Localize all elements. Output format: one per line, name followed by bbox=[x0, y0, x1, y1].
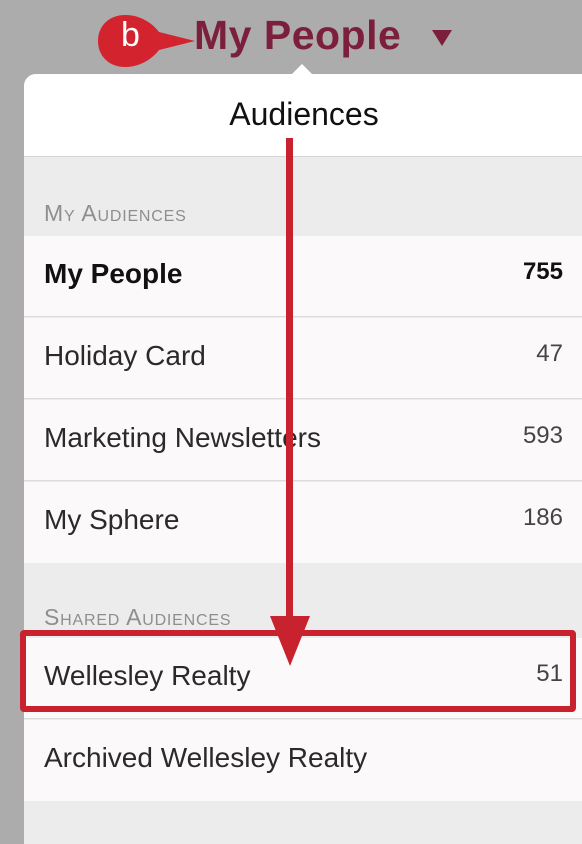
section-header-shared-audiences: Shared Audiences bbox=[44, 604, 232, 630]
down-arrow-icon bbox=[270, 138, 310, 666]
audience-count: 186 bbox=[522, 504, 563, 531]
audience-label: My Sphere bbox=[44, 504, 180, 535]
audience-selector-title[interactable]: My People bbox=[194, 12, 401, 59]
step-marker-icon bbox=[98, 15, 195, 67]
step-letter: b bbox=[121, 16, 140, 54]
audience-label: My People bbox=[44, 258, 183, 289]
audience-count: 47 bbox=[536, 340, 563, 367]
audience-row-archived-wellesley-realty[interactable]: Archived Wellesley Realty bbox=[24, 720, 582, 801]
section-header-my-audiences: My Audiences bbox=[44, 200, 187, 226]
popover-title: Audiences bbox=[229, 96, 379, 132]
audience-count: 755 bbox=[522, 258, 563, 285]
audience-label: Holiday Card bbox=[44, 340, 206, 371]
audience-label: Archived Wellesley Realty bbox=[44, 742, 368, 773]
caret-down-icon[interactable] bbox=[432, 30, 452, 46]
audience-count: 593 bbox=[522, 422, 563, 449]
